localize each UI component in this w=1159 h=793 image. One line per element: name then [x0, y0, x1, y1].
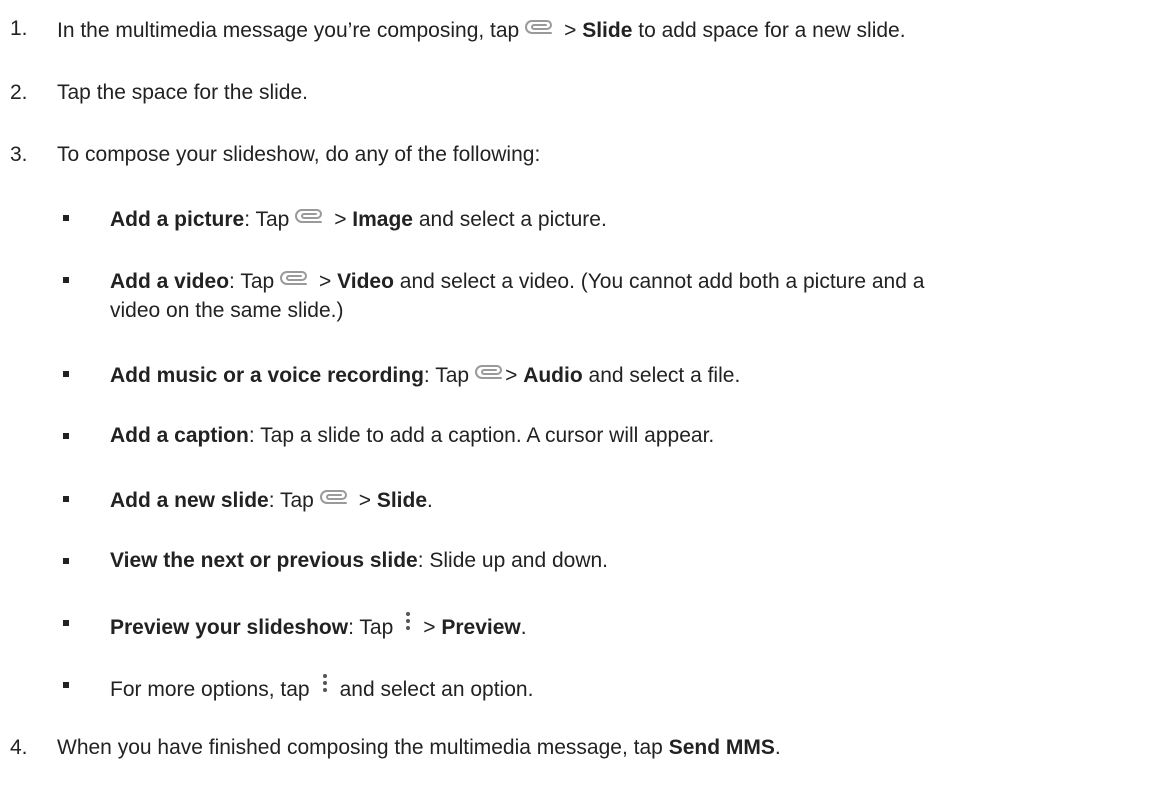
list-item: Add a picture: Tap > Image and select a … — [0, 205, 1159, 235]
bullet-marker — [63, 496, 69, 502]
bullet-text: Add music or a voice recording: Tap > Aud… — [110, 361, 740, 389]
bullet-marker — [63, 558, 69, 564]
step-bold: Send MMS — [668, 736, 775, 759]
step-1: 1. In the multimedia message you’re comp… — [0, 16, 1159, 46]
paperclip-icon — [319, 486, 350, 508]
bullet-marker — [63, 277, 69, 283]
list-item: Add a new slide: Tap > Slide. — [0, 486, 1159, 516]
list-item: Add a caption: Tap a slide to add a capt… — [0, 423, 1159, 453]
bullet-text: Preview your slideshow: Tap > Preview. — [110, 610, 527, 641]
list-item: Add a video: Tap > Video and select a vi… — [0, 267, 1159, 297]
bullet-marker — [63, 433, 69, 439]
paperclip-icon — [475, 361, 505, 383]
paperclip-icon — [280, 267, 310, 289]
step-text: Tap the space for the slide. — [57, 81, 308, 104]
list-item: View the next or previous slide: Slide u… — [0, 548, 1159, 578]
bullet-text: Add a video: Tap > Video and select a vi… — [110, 267, 924, 295]
step-2: 2. Tap the space for the slide. — [0, 80, 1159, 110]
step-4: 4. When you have finished composing the … — [0, 735, 1159, 765]
bullet-text: Add a new slide: Tap > Slide. — [110, 486, 433, 514]
step-text: When you have finished composing the mul… — [57, 736, 781, 759]
step-bold: Slide — [582, 19, 633, 42]
step-number: 3. — [10, 143, 28, 166]
bullet-text: Add a picture: Tap > Image and select a … — [110, 205, 607, 233]
list-item: Add music or a voice recording: Tap > Aud… — [0, 361, 1159, 391]
list-item-continuation: video on the same slide.) — [110, 299, 344, 322]
bullet-marker — [63, 682, 69, 688]
step-number: 4. — [10, 736, 28, 759]
step-text: In the multimedia message you’re composi… — [57, 16, 906, 44]
list-item: Preview your slideshow: Tap > Preview. — [0, 610, 1159, 640]
bullet-marker — [63, 215, 69, 221]
paperclip-icon — [525, 16, 555, 38]
paperclip-icon — [295, 205, 325, 227]
step-text: To compose your slideshow, do any of the… — [57, 143, 541, 166]
bullet-marker — [63, 371, 69, 377]
bullet-marker — [63, 620, 69, 626]
bullet-text: For more options, tap and select an optio… — [110, 672, 533, 703]
more-vertical-icon — [320, 672, 330, 698]
more-vertical-icon — [403, 610, 413, 636]
step-number: 1. — [10, 17, 28, 40]
step-number: 2. — [10, 81, 28, 104]
step-3: 3. To compose your slideshow, do any of … — [0, 142, 1159, 172]
bullet-text: Add a caption: Tap a slide to add a capt… — [110, 424, 715, 447]
list-item: For more options, tap and select an optio… — [0, 672, 1159, 702]
bullet-text: View the next or previous slide: Slide u… — [110, 549, 609, 572]
